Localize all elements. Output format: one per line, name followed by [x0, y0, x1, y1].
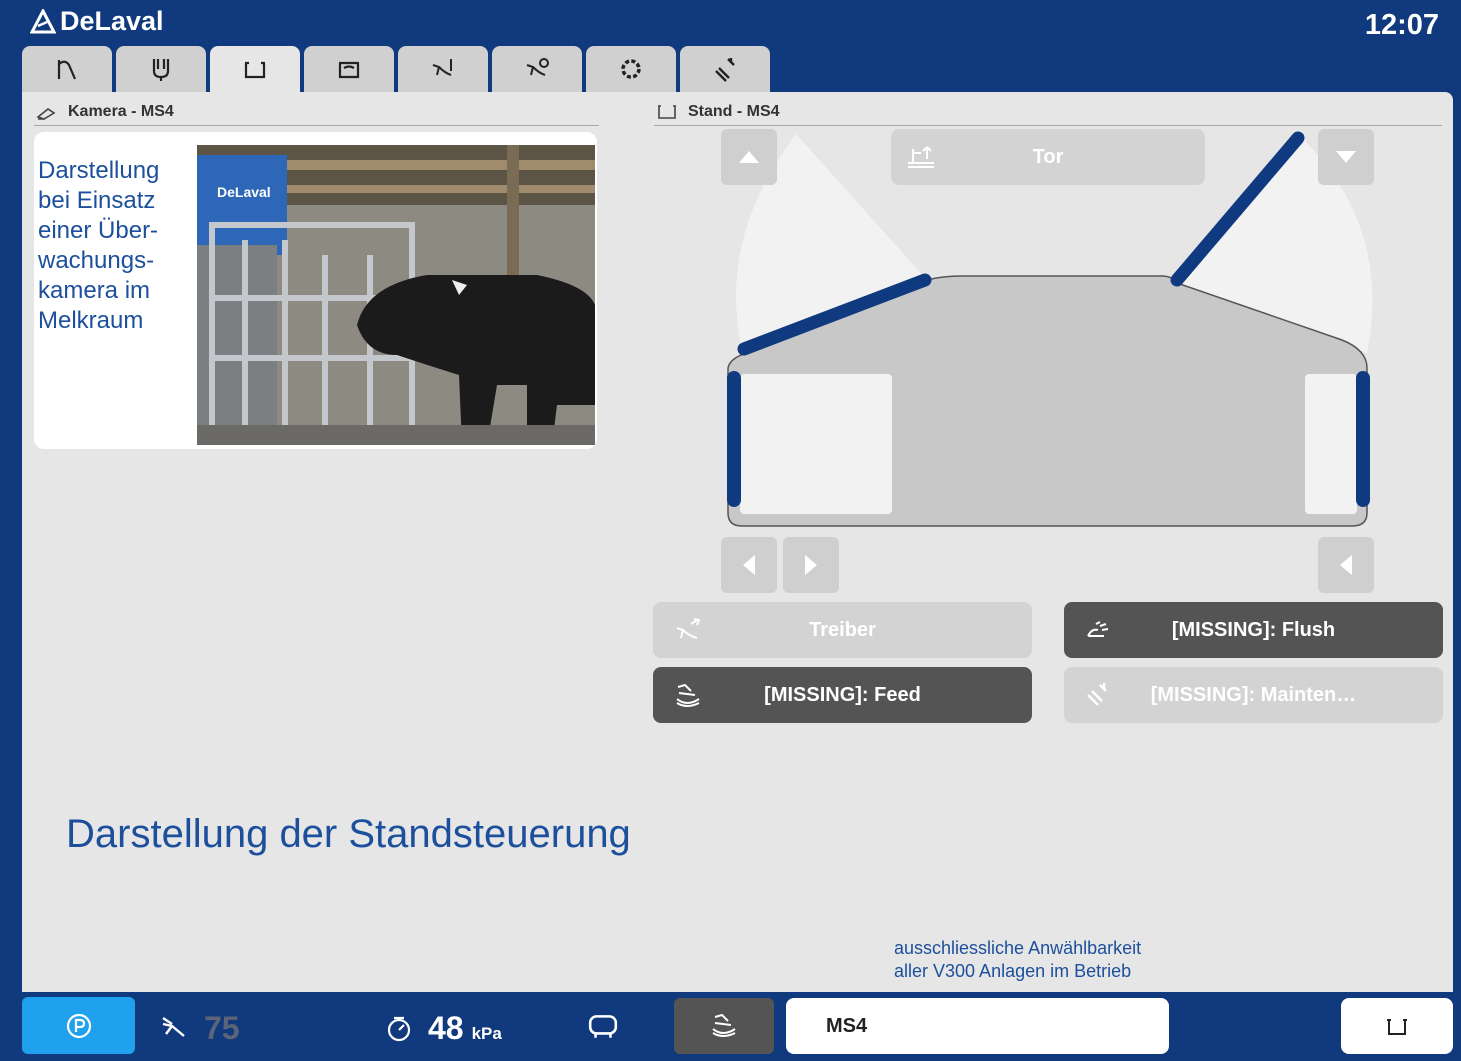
service-tools-icon	[715, 58, 735, 82]
stall-icon	[57, 60, 77, 80]
stand-divider	[654, 125, 1442, 126]
main-tabs	[22, 46, 770, 92]
stand-section-header: Stand - MS4	[656, 103, 780, 121]
cow-exit-icon	[526, 58, 549, 76]
gate-icon	[908, 146, 934, 168]
camera-note: Darstellung bei Einsatz einer Über-wachu…	[38, 157, 160, 334]
bottom-bar: 75 48 kPa MS4	[0, 992, 1461, 1061]
maintenance-tools-icon	[1087, 683, 1107, 706]
vacuum-unit: kPa	[471, 1023, 502, 1043]
tab-settings[interactable]	[586, 46, 676, 92]
flush-button-label: [MISSING]: Flush	[1171, 618, 1336, 641]
station-selector[interactable]: MS4	[786, 998, 1169, 1054]
bottom-feed-button[interactable]	[674, 998, 774, 1054]
tab-stall[interactable]	[22, 46, 112, 92]
station-stand-button[interactable]	[1341, 998, 1453, 1054]
cow-driver-icon	[676, 618, 701, 639]
wash-icon	[338, 61, 360, 79]
tab-stand[interactable]	[210, 46, 300, 92]
tab-service[interactable]	[680, 46, 770, 92]
feed-button-label: [MISSING]: Feed	[764, 683, 921, 706]
camera-feed-image: DeLaval	[197, 145, 595, 445]
feed-icon	[712, 1013, 736, 1037]
arrow-down-icon	[1336, 151, 1356, 163]
camera-section-title: Kamera - MS4	[68, 103, 174, 120]
move-right-button[interactable]	[783, 537, 839, 593]
camera-icon	[36, 108, 56, 120]
maintenance-button-label: [MISSING]: Mainten…	[1150, 683, 1357, 706]
entry-gate-open-button[interactable]	[721, 129, 777, 185]
camera-section-header: Kamera - MS4	[36, 103, 174, 121]
footnote-line-1: ausschliessliche Anwählbarkeit	[894, 938, 1142, 958]
flush-icon	[1087, 621, 1109, 637]
stand-icon	[244, 61, 266, 79]
flush-button[interactable]: [MISSING]: Flush	[1064, 602, 1443, 658]
tab-cow-entry[interactable]	[398, 46, 488, 92]
delaval-logo-icon	[30, 8, 56, 33]
stand-icon-small	[658, 105, 676, 119]
footnote-line-2: aller V300 Anlagen im Betrieb	[894, 961, 1132, 982]
annotation-title: Darstellung der Standsteuerung	[66, 812, 631, 856]
park-button[interactable]	[22, 997, 135, 1054]
main-panel: Kamera - MS4 Darstellung bei Einsatz ein…	[22, 92, 1453, 992]
arrow-right-icon	[805, 555, 817, 575]
tab-wash[interactable]	[304, 46, 394, 92]
move-left-button[interactable]	[721, 537, 777, 593]
cow-count-value: 75	[204, 1010, 240, 1046]
front-gate-left-button[interactable]	[1318, 537, 1374, 593]
parking-icon	[66, 1013, 91, 1038]
milk-tank-icon	[588, 1015, 618, 1038]
tab-cow-exit[interactable]	[492, 46, 582, 92]
driver-button-label: Treiber	[809, 618, 876, 641]
tab-milking-unit[interactable]	[116, 46, 206, 92]
tank-indicator[interactable]	[584, 1010, 622, 1042]
feed-icon	[676, 683, 700, 707]
stand-diagram	[727, 131, 1373, 527]
gate-button[interactable]: Tor	[891, 129, 1205, 185]
clock: 12:07	[1364, 9, 1439, 41]
driver-button[interactable]: Treiber	[653, 602, 1032, 658]
camera-photo-brand: DeLaval	[217, 184, 271, 200]
vacuum-indicator: 48 kPa	[384, 1010, 502, 1047]
stand-section-title: Stand - MS4	[688, 103, 780, 120]
arrow-up-icon	[739, 151, 759, 163]
camera-divider	[34, 125, 599, 126]
stand-icon	[1387, 1019, 1407, 1035]
arrow-left-icon	[743, 555, 755, 575]
cow-count-indicator: 75	[160, 1010, 240, 1047]
cow-count-icon	[162, 1016, 185, 1037]
vacuum-gauge-icon	[387, 1016, 411, 1041]
annotation-footnote: ausschliessliche Anwählbarkeit aller V30…	[894, 937, 1141, 984]
feed-button[interactable]: [MISSING]: Feed	[653, 667, 1032, 723]
logo-text: DeLaval	[60, 6, 164, 36]
milking-unit-icon	[152, 59, 170, 81]
front-floor-panel	[1305, 374, 1357, 514]
delaval-logo: DeLaval	[30, 6, 164, 37]
rear-floor-panel	[740, 374, 892, 514]
maintenance-button[interactable]: [MISSING]: Mainten…	[1064, 667, 1443, 723]
exit-gate-close-button[interactable]	[1318, 129, 1374, 185]
settings-gear-icon	[621, 59, 641, 79]
gate-button-label: Tor	[1032, 145, 1064, 168]
cow-entry-icon	[432, 59, 452, 76]
arrow-left-icon	[1340, 555, 1352, 575]
vacuum-value: 48	[428, 1010, 464, 1046]
